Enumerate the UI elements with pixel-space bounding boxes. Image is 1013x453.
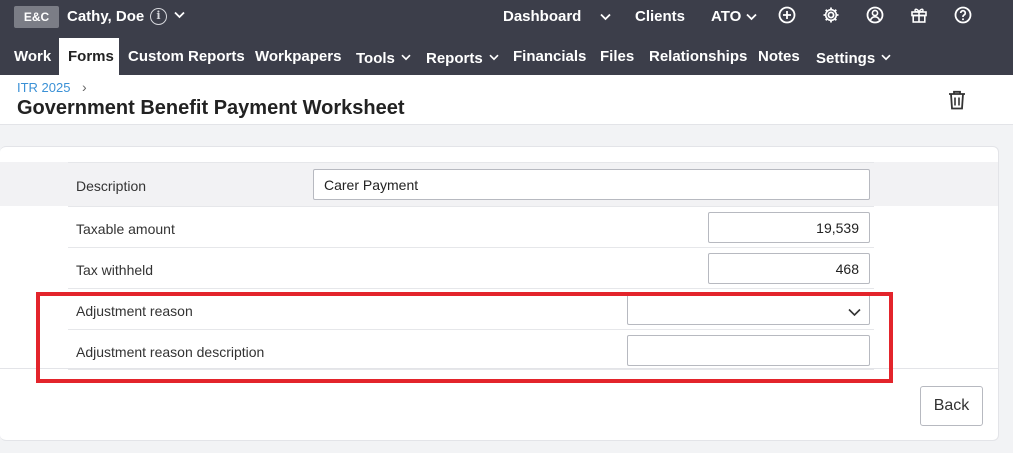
client-chevron-down-icon[interactable] — [174, 11, 185, 19]
description-input[interactable] — [313, 169, 870, 200]
description-row: Description — [68, 162, 874, 206]
taxable-amount-input[interactable] — [708, 212, 870, 243]
chevron-down-icon — [881, 38, 891, 75]
nav-label: Tools — [356, 50, 395, 67]
description-label: Description — [76, 178, 147, 194]
nav-label: Work — [14, 48, 52, 65]
nav-item-forms[interactable]: Forms — [59, 38, 119, 75]
ato-chevron-down-icon[interactable] — [746, 13, 757, 21]
trash-icon[interactable] — [947, 89, 967, 111]
nav-item-relationships[interactable]: Relationships — [641, 38, 755, 75]
app-logo[interactable]: E&C — [14, 6, 59, 28]
nav-item-reports[interactable]: Reports — [418, 38, 507, 75]
nav-item-custom-reports[interactable]: Custom Reports — [120, 38, 253, 75]
help-icon[interactable] — [954, 6, 972, 24]
main-nav: Work Forms Custom Reports Workpapers Too… — [0, 38, 1013, 75]
tax-withheld-label: Tax withheld — [76, 262, 154, 278]
user-icon[interactable] — [866, 6, 884, 24]
taxable-amount-row: Taxable amount — [68, 206, 874, 247]
page-header: ITR 2025 › Government Benefit Payment Wo… — [0, 75, 1013, 125]
tax-withheld-row: Tax withheld — [68, 247, 874, 288]
nav-item-work[interactable]: Work — [6, 38, 59, 75]
top-bar: E&C Cathy, Doe i Dashboard Clients ATO W… — [0, 0, 1013, 75]
nav-label: Workpapers — [255, 48, 342, 65]
nav-item-notes[interactable]: Notes — [750, 38, 808, 75]
ato-link[interactable]: ATO — [711, 8, 741, 25]
breadcrumb-itr-link[interactable]: ITR 2025 — [17, 80, 70, 95]
clients-link[interactable]: Clients — [635, 8, 685, 25]
chevron-down-icon — [489, 38, 499, 75]
gift-icon[interactable] — [910, 6, 928, 24]
nav-item-tools[interactable]: Tools — [348, 38, 419, 75]
page-title: Government Benefit Payment Worksheet — [17, 97, 405, 119]
info-icon[interactable]: i — [150, 8, 167, 25]
nav-label: Reports — [426, 50, 483, 67]
nav-label: Forms — [68, 48, 114, 65]
dashboard-link[interactable]: Dashboard — [503, 8, 581, 25]
nav-label: Custom Reports — [128, 48, 245, 65]
chevron-down-icon — [401, 38, 411, 75]
dashboard-chevron-down-icon[interactable] — [600, 13, 611, 21]
tax-withheld-input[interactable] — [708, 253, 870, 284]
nav-label: Relationships — [649, 48, 748, 65]
nav-label: Financials — [513, 48, 587, 65]
client-name[interactable]: Cathy, Doe — [67, 8, 144, 25]
highlight-annotation — [36, 292, 893, 383]
nav-label: Notes — [758, 48, 800, 65]
nav-item-financials[interactable]: Financials — [505, 38, 594, 75]
nav-item-settings[interactable]: Settings — [808, 38, 899, 75]
back-button[interactable]: Back — [920, 386, 983, 426]
nav-label: Files — [600, 48, 635, 65]
breadcrumb-separator: › — [82, 79, 87, 95]
taxable-amount-label: Taxable amount — [76, 221, 175, 237]
nav-item-workpapers[interactable]: Workpapers — [247, 38, 349, 75]
plus-circle-icon[interactable] — [778, 6, 796, 24]
gear-icon[interactable] — [822, 6, 840, 24]
top-bar-row: E&C Cathy, Doe i Dashboard Clients ATO — [0, 0, 1013, 36]
nav-item-files[interactable]: Files — [592, 38, 642, 75]
nav-label: Settings — [816, 50, 876, 67]
